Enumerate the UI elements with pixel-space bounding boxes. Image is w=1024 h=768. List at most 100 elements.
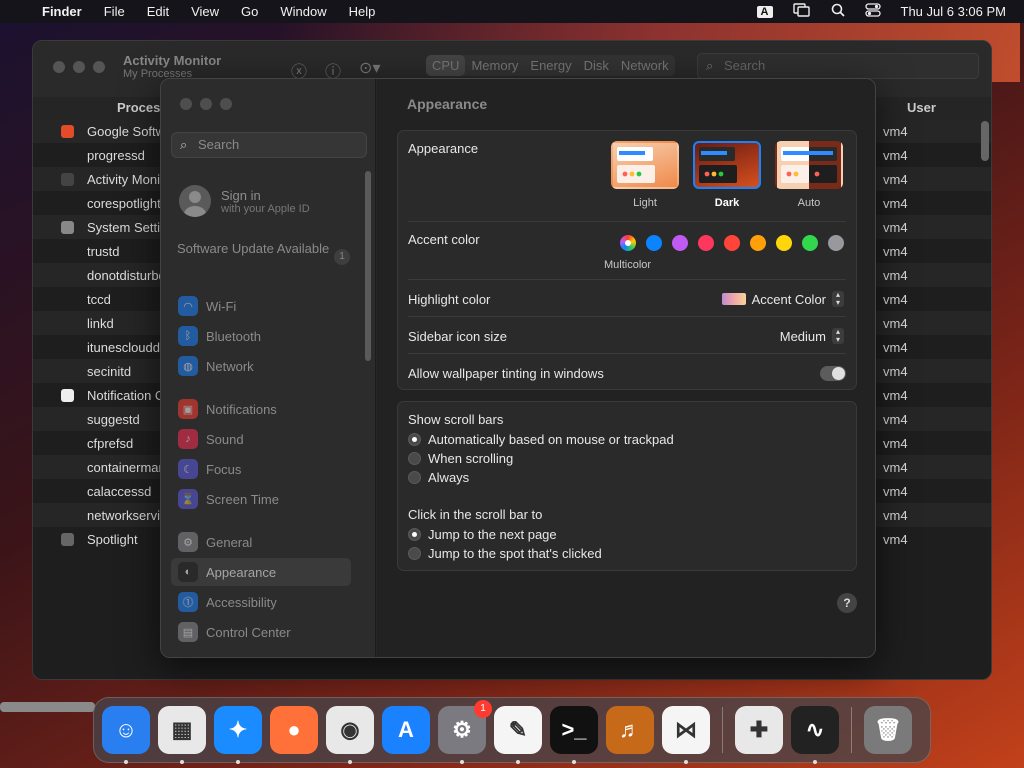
sidebar-item-notifications[interactable]: ▣ Notifications: [171, 395, 351, 423]
scroll-radio-when-scrolling[interactable]: When scrolling: [408, 451, 513, 466]
process-name-cell: progressd: [87, 147, 145, 163]
disk-utility-icon[interactable]: ✚: [735, 706, 783, 754]
help-button[interactable]: ?: [837, 593, 857, 613]
divider: [408, 279, 846, 280]
focus-icon: ☾: [178, 459, 198, 479]
highlight-color-value: Accent Color: [751, 291, 826, 307]
minimize-button[interactable]: [200, 98, 212, 110]
search-placeholder: Search: [724, 58, 766, 73]
sidebar-item-screen-time[interactable]: ⌛ Screen Time: [171, 485, 351, 513]
accent-swatch-4[interactable]: [724, 235, 740, 251]
minimize-button[interactable]: [73, 61, 85, 73]
textedit-icon[interactable]: ✎: [494, 706, 542, 764]
zoom-button[interactable]: [220, 98, 232, 110]
menu-app-name[interactable]: Finder: [42, 4, 82, 19]
table-scrollbar[interactable]: [981, 121, 989, 161]
sidebar-item-bluetooth[interactable]: ᛒ Bluetooth: [171, 322, 351, 350]
settings-content: Appearance Appearance Light Dark Auto Ac…: [377, 79, 875, 657]
notification-badge: 1: [474, 700, 492, 718]
tab-cpu[interactable]: CPU: [426, 55, 466, 76]
garageband-icon[interactable]: ♬: [606, 706, 654, 754]
terminal-icon[interactable]: >_: [550, 706, 598, 764]
process-user-cell: vm4: [883, 339, 908, 355]
sidebar-item-control-center[interactable]: ▤ Control Center: [171, 618, 351, 646]
process-user-cell: vm4: [883, 435, 908, 451]
sidebar-item-accessibility[interactable]: ⓵ Accessibility: [171, 588, 351, 616]
accent-swatch-1[interactable]: [646, 235, 662, 251]
settings-search-field[interactable]: ⌕ Search: [171, 132, 367, 158]
system-settings-icon[interactable]: ⚙ 1: [438, 700, 492, 764]
highlight-color-popup[interactable]: Accent Color ▴ ▾: [721, 291, 844, 307]
category-tabs: CPU Memory Energy Disk Network: [426, 55, 675, 76]
spotlight-icon[interactable]: [831, 3, 845, 20]
column-user[interactable]: User: [907, 100, 936, 115]
wi-fi-icon: ◠: [178, 296, 198, 316]
sidebar-item-wi-fi[interactable]: ◠ Wi-Fi: [171, 292, 351, 320]
menu-go[interactable]: Go: [241, 4, 258, 19]
software-update-item[interactable]: Software Update Available 1: [177, 241, 350, 265]
horizontal-scrollbar[interactable]: [0, 702, 95, 712]
sidebar-item-network[interactable]: ◍ Network: [171, 352, 351, 380]
zoom-button[interactable]: [93, 61, 105, 73]
process-user-cell: vm4: [883, 387, 908, 403]
tab-disk[interactable]: Disk: [578, 55, 615, 76]
menu-view[interactable]: View: [191, 4, 219, 19]
accent-swatch-8[interactable]: [828, 235, 844, 251]
tab-network[interactable]: Network: [615, 55, 675, 76]
safari-icon[interactable]: ✦: [214, 706, 262, 764]
menu-edit[interactable]: Edit: [147, 4, 169, 19]
accent-swatch-6[interactable]: [776, 235, 792, 251]
app-store-icon[interactable]: A: [382, 706, 430, 754]
control-center-icon[interactable]: [864, 3, 881, 20]
wallpaper-tinting-toggle[interactable]: [820, 366, 846, 381]
process-user-cell: vm4: [883, 507, 908, 523]
chrome-icon[interactable]: ◉: [326, 706, 374, 764]
accent-swatch-3[interactable]: [698, 235, 714, 251]
accent-swatch-5[interactable]: [750, 235, 766, 251]
firefox-icon[interactable]: ●: [270, 706, 318, 754]
input-source-icon[interactable]: A: [756, 5, 773, 18]
finder-icon[interactable]: ☺: [102, 706, 150, 764]
sidebar-scrollbar[interactable]: [365, 171, 371, 361]
tab-energy[interactable]: Energy: [524, 55, 577, 76]
tab-memory[interactable]: Memory: [465, 55, 524, 76]
click-radio-next-page[interactable]: Jump to the next page: [408, 527, 557, 542]
sidebar-icon-size-label: Sidebar icon size: [408, 329, 507, 344]
scroll-radio-always[interactable]: Always: [408, 470, 469, 485]
menu-help[interactable]: Help: [349, 4, 376, 19]
menu-clock[interactable]: Thu Jul 6 3:06 PM: [901, 4, 1007, 19]
launchpad-icon[interactable]: ▦: [158, 706, 206, 764]
accent-swatch-multicolor[interactable]: [620, 235, 636, 251]
process-user-cell: vm4: [883, 291, 908, 307]
divider: [408, 221, 846, 222]
process-icon: [61, 388, 74, 402]
process-user-cell: vm4: [883, 531, 908, 547]
accent-swatch-2[interactable]: [672, 235, 688, 251]
activity-monitor-icon[interactable]: ∿: [791, 706, 839, 764]
accent-swatch-7[interactable]: [802, 235, 818, 251]
close-button[interactable]: [53, 61, 65, 73]
process-user-cell: vm4: [883, 219, 908, 235]
screen-mirroring-icon[interactable]: [792, 3, 811, 20]
process-search-field[interactable]: ⌕ Search: [697, 53, 979, 79]
avatar: [179, 185, 211, 217]
sidebar-item-focus[interactable]: ☾ Focus: [171, 455, 351, 483]
process-name-cell: cfprefsd: [87, 435, 134, 451]
accent-color-label: Accent color: [408, 232, 480, 247]
menu-file[interactable]: File: [104, 4, 125, 19]
sidebar-item-appearance[interactable]: ◐ Appearance: [171, 558, 351, 586]
theme-auto-option[interactable]: Auto: [775, 141, 843, 209]
apple-id-sign-in[interactable]: Sign in with your Apple ID: [179, 185, 310, 217]
sidebar-item-general[interactable]: ⚙ General: [171, 528, 351, 556]
theme-light-option[interactable]: Light: [611, 141, 679, 209]
click-radio-spot-clicked[interactable]: Jump to the spot that's clicked: [408, 546, 602, 561]
sidebar-icon-size-popup[interactable]: Medium ▴ ▾: [780, 328, 844, 344]
appearance-label: Appearance: [408, 141, 479, 156]
close-button[interactable]: [180, 98, 192, 110]
menu-window[interactable]: Window: [280, 4, 326, 19]
sidebar-item-sound[interactable]: ♪ Sound: [171, 425, 351, 453]
vscode-icon[interactable]: ⋈: [662, 706, 710, 764]
scroll-radio-automatic[interactable]: Automatically based on mouse or trackpad: [408, 432, 674, 447]
theme-dark-option[interactable]: Dark: [693, 141, 761, 209]
trash-icon[interactable]: 🗑: [864, 706, 912, 754]
